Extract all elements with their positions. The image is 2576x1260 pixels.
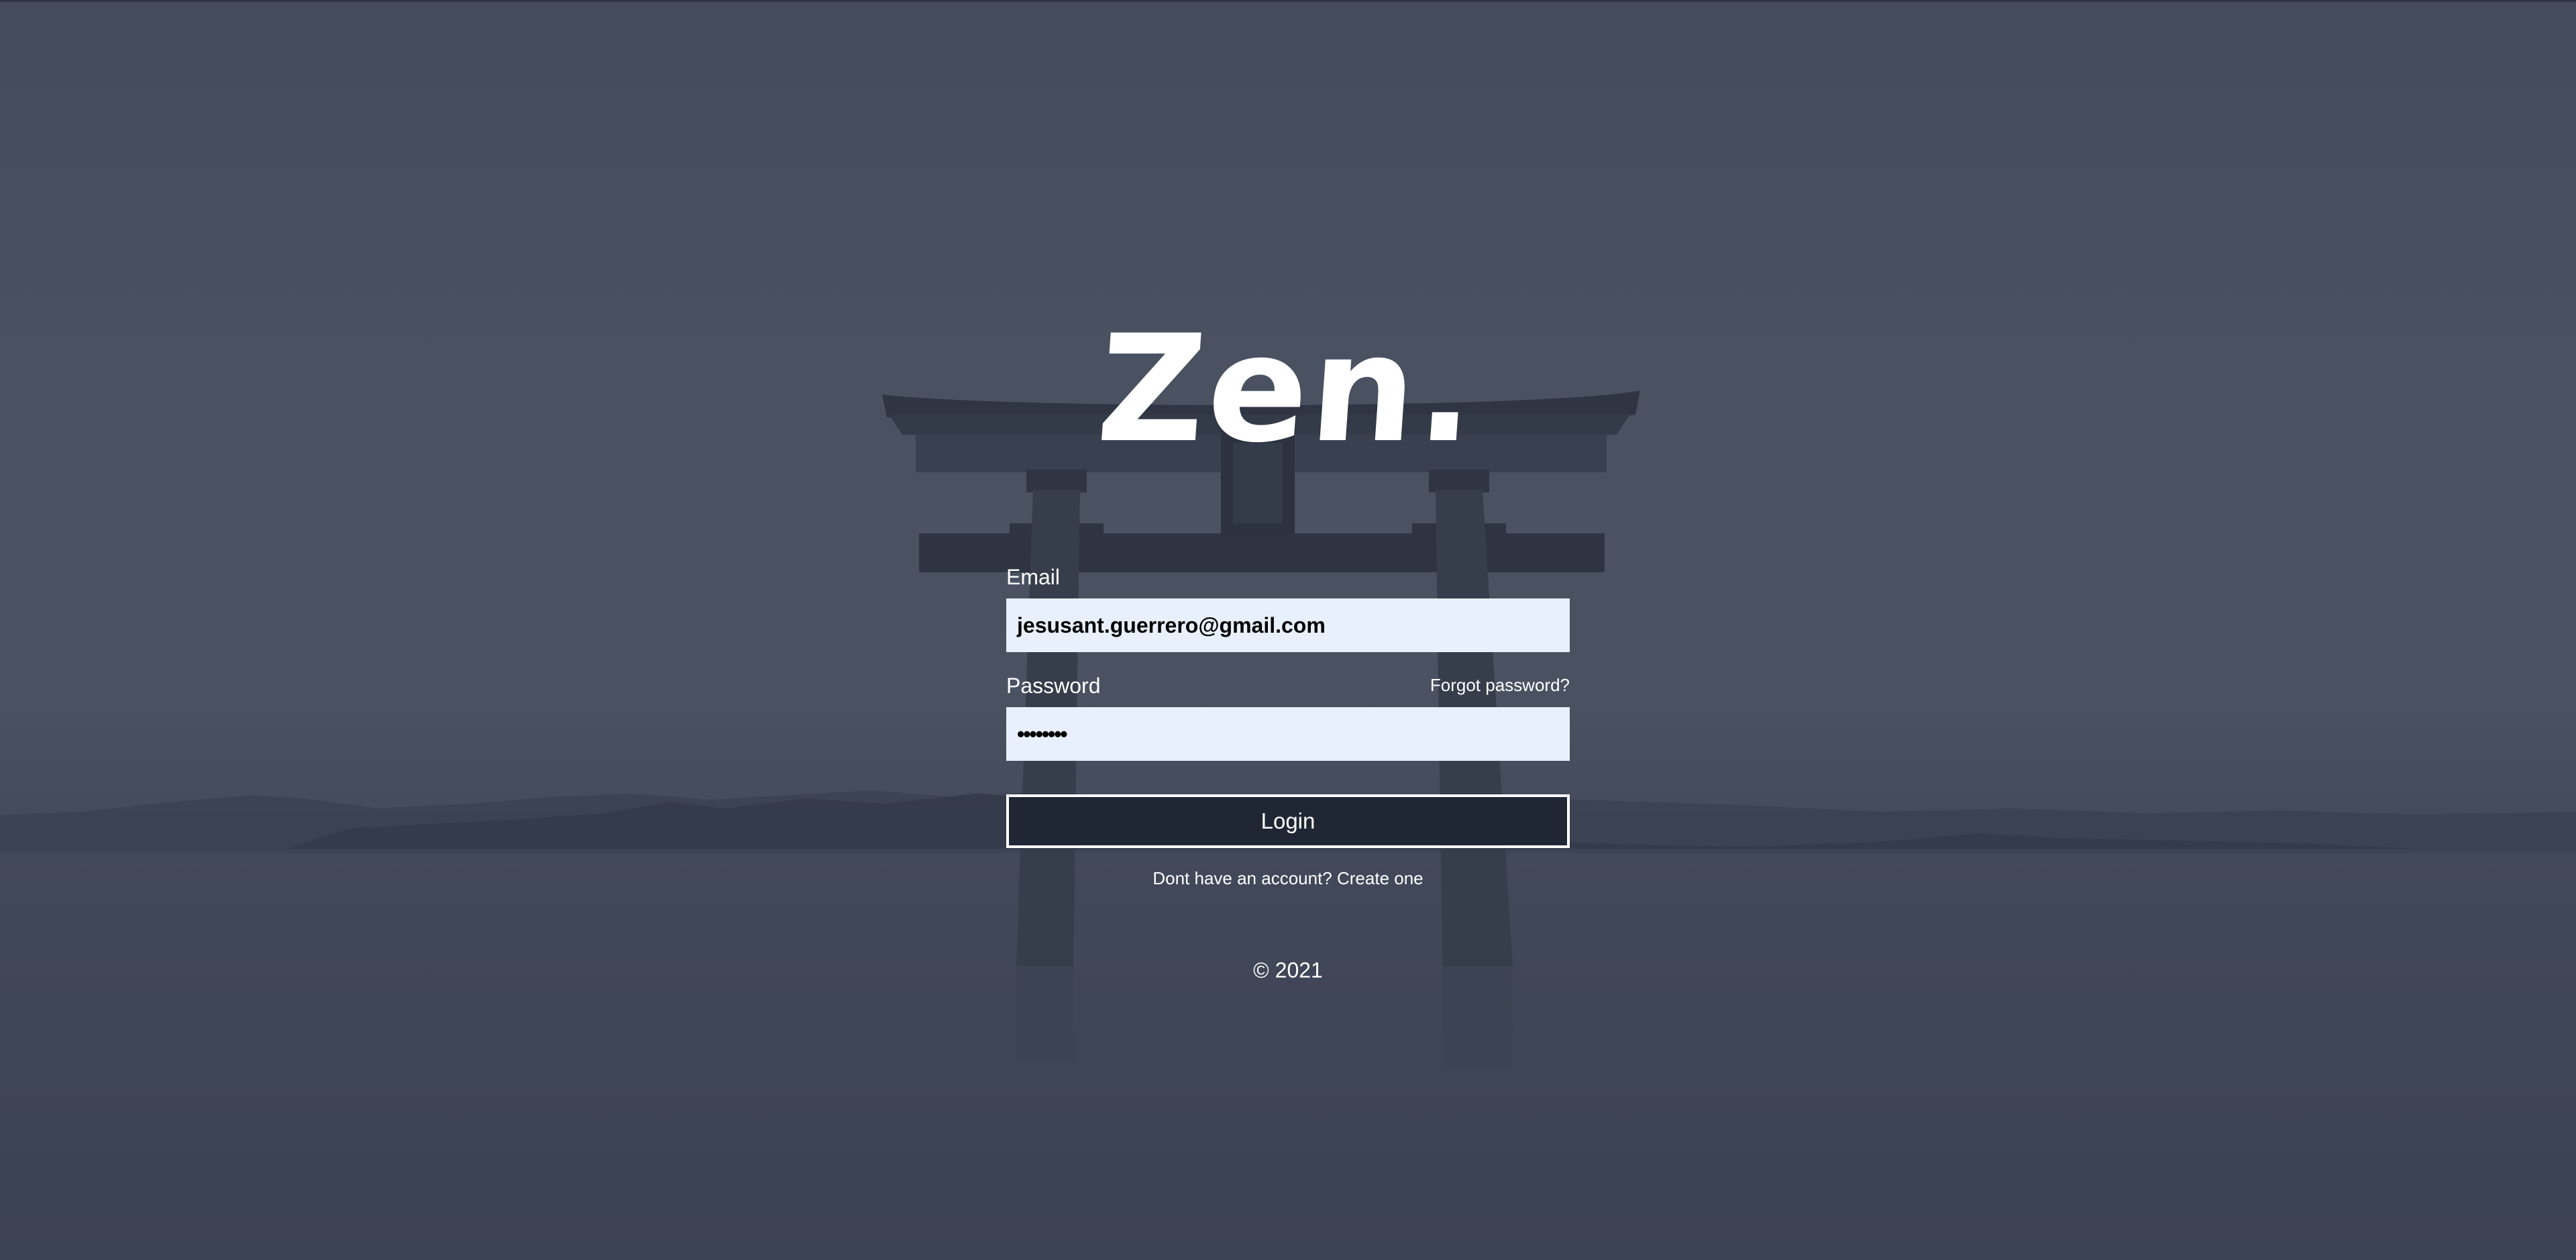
password-field[interactable]: ••••••••: [1006, 707, 1570, 761]
email-label: Email: [1006, 565, 1061, 589]
login-page: Zen. Email jesusant.guerrero@gmail.com P…: [0, 0, 2576, 1260]
email-label-row: Email: [1006, 564, 1570, 590]
login-form: Email jesusant.guerrero@gmail.com Passwo…: [1006, 564, 1570, 984]
signup-prompt-text: Dont have an account?: [1152, 868, 1332, 888]
brand-logo: Zen.: [1092, 303, 1484, 475]
forgot-password-link[interactable]: Forgot password?: [1430, 674, 1570, 696]
password-label: Password: [1006, 674, 1101, 698]
signup-prompt: Dont have an account? Create one: [1006, 867, 1570, 890]
password-label-row: Password Forgot password?: [1006, 672, 1570, 699]
email-field[interactable]: jesusant.guerrero@gmail.com: [1006, 598, 1570, 652]
copyright-text: © 2021: [1253, 958, 1323, 982]
create-account-link[interactable]: Create one: [1337, 868, 1424, 888]
login-button[interactable]: Login: [1006, 794, 1570, 848]
